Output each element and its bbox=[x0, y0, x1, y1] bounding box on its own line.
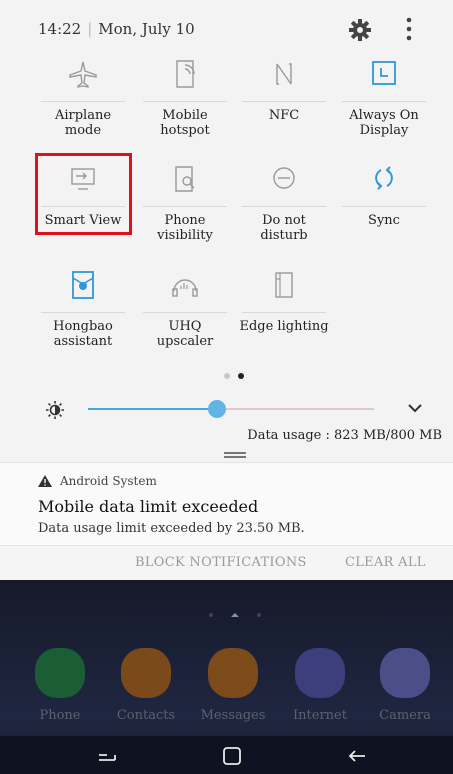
tile-label: NFC bbox=[268, 108, 300, 123]
app-name: Phone bbox=[39, 708, 81, 723]
do-not-disturb-icon bbox=[273, 167, 295, 189]
app-name: Internet bbox=[293, 708, 347, 723]
nfc-icon bbox=[276, 63, 292, 85]
tile-label: Mobile hotspot bbox=[160, 108, 210, 138]
phone-visibility-icon bbox=[175, 166, 195, 192]
drag-handle[interactable] bbox=[224, 452, 246, 458]
tile-edge-lighting[interactable]: Edge lighting bbox=[236, 267, 332, 367]
dock-app-camera[interactable]: Camera bbox=[370, 648, 440, 728]
tile-do-not-disturb[interactable]: Do not disturb bbox=[236, 161, 332, 261]
quick-settings-panel: 14:22 | Mon, July 10 Airplane mode Mobil… bbox=[0, 0, 453, 462]
tile-uhq-upscaler[interactable]: UHQ upscaler bbox=[137, 267, 233, 367]
status-header: 14:22 | Mon, July 10 bbox=[0, 0, 453, 56]
date: Mon, July 10 bbox=[98, 20, 195, 38]
phone-icon bbox=[35, 648, 85, 698]
recent-apps-icon[interactable] bbox=[95, 744, 119, 768]
tile-label: Hongbao assistant bbox=[53, 319, 113, 349]
more-vertical-icon[interactable] bbox=[402, 16, 416, 42]
brightness-slider-thumb[interactable] bbox=[207, 400, 226, 418]
notification-body: Data usage limit exceeded by 23.50 MB. bbox=[38, 521, 305, 536]
app-name: Contacts bbox=[116, 708, 176, 723]
clear-all-button[interactable]: CLEAR ALL bbox=[345, 555, 426, 570]
notification-actions: BLOCK NOTIFICATIONS CLEAR ALL bbox=[0, 546, 453, 580]
tile-hongbao-assistant[interactable]: Hongbao assistant bbox=[35, 267, 131, 367]
gear-icon[interactable] bbox=[348, 18, 372, 42]
notification-card[interactable]: Android System Mobile data limit exceede… bbox=[0, 462, 453, 546]
home-button-icon[interactable] bbox=[220, 744, 244, 768]
tile-mobile-hotspot[interactable]: Mobile hotspot bbox=[137, 56, 233, 156]
tile-label: Do not disturb bbox=[260, 213, 308, 243]
block-notifications-button[interactable]: BLOCK NOTIFICATIONS bbox=[135, 555, 307, 570]
tile-label: Edge lighting bbox=[239, 319, 329, 334]
airplane-icon bbox=[69, 61, 97, 88]
tile-label: Phone visibility bbox=[157, 213, 213, 243]
page-indicator bbox=[222, 372, 250, 380]
tile-label: UHQ upscaler bbox=[156, 319, 214, 349]
time: 14:22 bbox=[38, 20, 82, 38]
hongbao-icon bbox=[72, 271, 94, 299]
tile-nfc[interactable]: NFC bbox=[236, 56, 332, 156]
app-name: Messages bbox=[200, 708, 266, 723]
tile-label: Always On Display bbox=[349, 108, 419, 138]
app-name: Camera bbox=[379, 708, 431, 723]
home-page-indicator bbox=[209, 613, 261, 617]
tile-label: Airplane mode bbox=[54, 108, 112, 138]
dock-app-messages[interactable]: Messages bbox=[198, 648, 268, 728]
tile-phone-visibility[interactable]: Phone visibility bbox=[137, 161, 233, 261]
messages-icon bbox=[208, 648, 258, 698]
brightness-slider[interactable] bbox=[88, 400, 374, 418]
dock-app-internet[interactable]: Internet bbox=[285, 648, 355, 728]
sync-icon bbox=[375, 166, 393, 190]
chevron-down-icon[interactable] bbox=[406, 402, 424, 414]
tile-always-on-display[interactable]: Always On Display bbox=[336, 56, 432, 156]
uhq-upscaler-icon bbox=[172, 279, 198, 297]
data-usage-text: Data usage : 823 MB/800 MB bbox=[247, 428, 442, 443]
always-on-display-icon bbox=[372, 61, 396, 85]
dock-app-contacts[interactable]: Contacts bbox=[111, 648, 181, 728]
camera-icon bbox=[380, 648, 430, 698]
smart-view-highlight bbox=[35, 153, 132, 235]
dock-app-phone[interactable]: Phone bbox=[25, 648, 95, 728]
tile-airplane-mode[interactable]: Airplane mode bbox=[35, 56, 131, 156]
hotspot-icon bbox=[176, 60, 195, 88]
tile-label: Sync bbox=[368, 213, 400, 228]
notification-title: Mobile data limit exceeded bbox=[38, 497, 259, 516]
back-icon[interactable] bbox=[345, 744, 369, 768]
clock: 14:22 | Mon, July 10 bbox=[38, 20, 195, 38]
tile-sync[interactable]: Sync bbox=[336, 161, 432, 261]
contacts-icon bbox=[121, 648, 171, 698]
notification-source: Android System bbox=[60, 474, 157, 488]
internet-icon bbox=[295, 648, 345, 698]
edge-lighting-icon bbox=[275, 272, 293, 298]
warning-icon bbox=[38, 475, 52, 487]
brightness-icon bbox=[46, 401, 64, 419]
